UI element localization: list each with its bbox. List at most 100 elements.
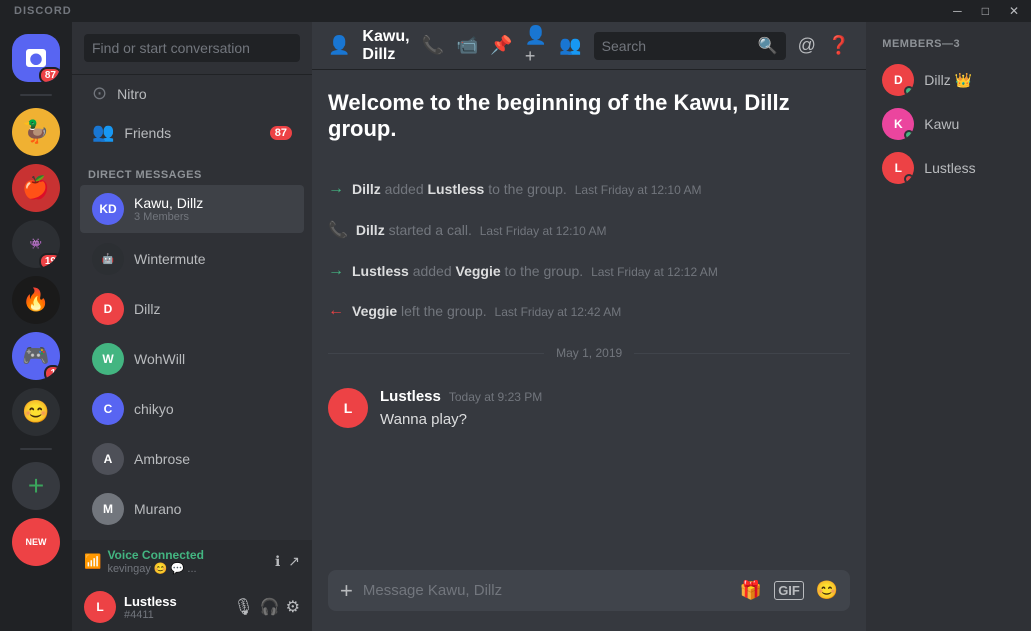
msg-content-lustless: Lustless Today at 9:23 PM Wanna play? — [380, 388, 850, 430]
member-item-kawu[interactable]: K Kawu — [874, 102, 1031, 146]
video-button[interactable]: 📹 — [456, 35, 478, 56]
voice-info-btn[interactable]: ℹ — [275, 553, 280, 570]
server-icon-fire[interactable]: 🔥 — [12, 276, 60, 324]
member-avatar-kawu: K — [882, 108, 914, 140]
fire-icon: 🔥 — [12, 276, 60, 324]
friends-badge: 87 — [270, 126, 292, 140]
server-icon-apple[interactable]: 🍎 — [12, 164, 60, 212]
apple-icon: 🍎 — [12, 164, 60, 212]
dm-section-label: DIRECT MESSAGES — [72, 153, 312, 185]
member-avatar-lustless: L — [882, 152, 914, 184]
gif-button[interactable]: GIF — [774, 581, 804, 600]
close-button[interactable]: ✕ — [1005, 4, 1023, 18]
lustless-status — [904, 174, 914, 184]
member-item-lustless[interactable]: L Lustless — [874, 146, 1031, 190]
welcome-title: Welcome to the beginning of the Kawu, Di… — [328, 90, 850, 142]
dm-item-ambrose[interactable]: A Ambrose — [80, 435, 304, 483]
help-button[interactable]: ❓ — [828, 35, 850, 56]
msg-avatar-text: L — [328, 388, 368, 428]
dm-avatar-murano: M — [92, 493, 124, 525]
arrow-left-1: ← — [328, 302, 344, 320]
deafen-button[interactable]: 🎧 — [260, 597, 280, 617]
new-badge-text: NEW — [12, 518, 60, 566]
server-icon-home[interactable]: 87 — [12, 34, 60, 82]
emoji-button[interactable]: 😊 — [816, 580, 838, 601]
dm-avatar-wohwill: W — [92, 343, 124, 375]
msg-text-lustless: Wanna play? — [380, 409, 850, 430]
chat-search-input[interactable] — [602, 38, 752, 54]
server-icon-face[interactable]: 😊 — [12, 388, 60, 436]
chat-messages: Welcome to the beginning of the Kawu, Di… — [312, 70, 866, 570]
dm-name-chikyo: chikyo — [134, 401, 174, 417]
system-msg-1: → Dillz added Lustless to the group. Las… — [328, 176, 850, 202]
welcome-pre: Welcome to the beginning of the — [328, 90, 673, 115]
voice-icon: 📶 — [84, 553, 101, 570]
add-member-button[interactable]: 👤+ — [525, 25, 547, 67]
main-chat: 👤 Kawu, Dillz 📞 📹 📌 👤+ 👥 🔍 @ ❓ — [312, 22, 866, 631]
message-input[interactable] — [363, 570, 730, 611]
members-label: MEMBERS—3 — [874, 38, 1031, 58]
dm-search-input[interactable] — [84, 34, 300, 62]
at-mention-button[interactable]: @ — [798, 35, 816, 56]
kawu-status — [904, 130, 914, 140]
minimize-button[interactable]: ─ — [949, 4, 966, 18]
dm-item-dillz[interactable]: D Dillz — [80, 285, 304, 333]
chat-input-area: + 🎁 GIF 😊 — [312, 570, 866, 631]
call-button[interactable]: 📞 — [422, 35, 444, 56]
member-item-dillz[interactable]: D Dillz 👑 — [874, 58, 1031, 102]
server-icon-new[interactable]: + — [12, 462, 60, 510]
chat-message-lustless: L Lustless Today at 9:23 PM Wanna play? — [328, 384, 850, 434]
maximize-button[interactable]: □ — [978, 4, 993, 18]
member-avatar-dillz: D — [882, 64, 914, 96]
server-icon-2[interactable]: 🎮 1 — [12, 332, 60, 380]
voice-leave-btn[interactable]: ↗ — [288, 553, 300, 570]
add-attachment-button[interactable]: + — [340, 578, 353, 604]
system-msg-call-text: Dillz started a call. Last Friday at 12:… — [356, 222, 607, 238]
user-info: Lustless #4411 — [124, 594, 225, 621]
members-button[interactable]: 👥 — [559, 35, 581, 56]
msg-header-lustless: Lustless Today at 9:23 PM — [380, 388, 850, 405]
friends-item[interactable]: 👥 Friends 87 — [80, 114, 304, 151]
dm-list: KD Kawu, Dillz 3 Members 🤖 Wintermute D — [72, 185, 312, 540]
user-bar-actions: 🎙 🎧 ⚙ — [233, 597, 300, 617]
system-msg-2-text: Lustless added Veggie to the group. Last… — [352, 263, 718, 279]
mute-button[interactable]: 🎙 — [233, 597, 253, 617]
date-divider-text: May 1, 2019 — [556, 346, 622, 360]
settings-button[interactable]: ⚙ — [286, 597, 300, 617]
server2-badge: 1 — [44, 365, 60, 380]
dm-item-chikyo[interactable]: C chikyo — [80, 385, 304, 433]
voice-info: Voice Connected kevingay 😊 💬 ... — [107, 548, 269, 575]
friends-icon: 👥 — [92, 122, 114, 143]
chat-title: Kawu, Dillz — [362, 28, 409, 64]
dm-item-wohwill[interactable]: W WohWill — [80, 335, 304, 383]
dm-item-jenn[interactable]: J Jenn ♡ — [80, 535, 304, 540]
dm-item-kawu-dillz[interactable]: KD Kawu, Dillz 3 Members — [80, 185, 304, 233]
nitro-item[interactable]: ⊙ Nitro — [80, 75, 304, 112]
pin-button[interactable]: 📌 — [490, 35, 512, 56]
voice-actions: ℹ ↗ — [275, 553, 300, 570]
dm-sidebar: ⊙ Nitro 👥 Friends 87 DIRECT MESSAGES KD … — [72, 22, 312, 631]
server-icon-new2[interactable]: NEW — [12, 518, 60, 566]
welcome-group: Kawu, Dillz — [673, 90, 789, 115]
dm-item-wintermute[interactable]: 🤖 Wintermute — [80, 235, 304, 283]
server-icon-duck[interactable]: 🦆 — [12, 108, 60, 156]
user-name: Lustless — [124, 594, 225, 609]
server-icon-1[interactable]: 👾 19 — [12, 220, 60, 268]
header-actions: 📞 📹 📌 👤+ 👥 🔍 @ ❓ — [422, 25, 851, 67]
members-sidebar: MEMBERS—3 D Dillz 👑 K Kawu L — [866, 22, 1031, 631]
server-divider-1 — [20, 94, 52, 96]
dm-avatar-chikyo: C — [92, 393, 124, 425]
dm-name-wintermute: Wintermute — [134, 251, 206, 267]
system-msg-3-text: Veggie left the group. Last Friday at 12… — [352, 303, 621, 319]
app-body: 87 🦆 🍎 👾 19 🔥 🎮 1 😊 + — [0, 22, 1031, 631]
server1-badge: 19 — [39, 253, 60, 268]
phone-icon: 📞 — [328, 220, 348, 240]
dm-name-dillz: Dillz — [134, 301, 160, 317]
gift-icon[interactable]: 🎁 — [740, 580, 762, 601]
dm-item-murano[interactable]: M Murano — [80, 485, 304, 533]
message-input-box: + 🎁 GIF 😊 — [328, 570, 850, 611]
friends-label: Friends — [124, 125, 171, 141]
arrow-right-1: → — [328, 180, 344, 198]
dm-name-kawu-dillz: Kawu, Dillz — [134, 195, 203, 211]
face-icon: 😊 — [12, 388, 60, 436]
